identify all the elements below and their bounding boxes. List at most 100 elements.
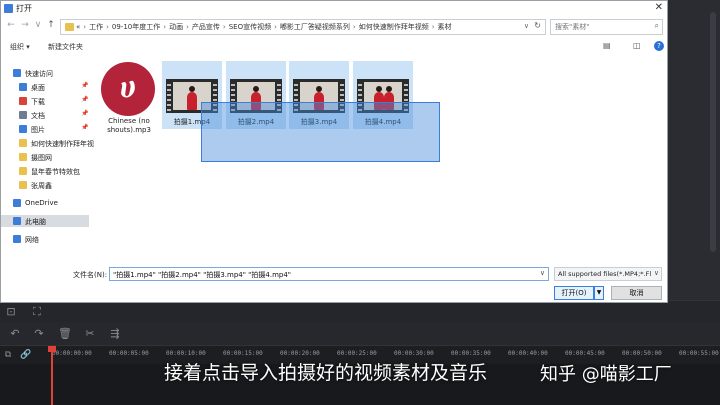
breadcrumb-item[interactable]: 09-10年度工作 xyxy=(112,23,160,31)
sidebar-item-label: 网络 xyxy=(25,236,39,244)
chevron-down-icon[interactable]: ∨ xyxy=(654,269,659,277)
playhead[interactable] xyxy=(51,346,53,405)
sidebar-item-label: 此电脑 xyxy=(25,218,46,226)
person-figure xyxy=(187,92,197,110)
ruler-tick-label: 00:00:55:00 xyxy=(679,350,719,357)
ruler-tick-label: 00:00:25:00 xyxy=(337,350,377,357)
back-icon[interactable]: ← xyxy=(5,20,17,30)
search-box: ⌕ xyxy=(550,19,663,35)
filetype-value: All supported files(*.MP4;*.Fl xyxy=(558,270,652,278)
sidebar-item[interactable]: 图片 📌 xyxy=(1,123,89,135)
sidebar-item[interactable]: 如何快速制作拜年视 xyxy=(1,137,94,149)
sidebar-item[interactable]: 网络 xyxy=(1,233,89,245)
breadcrumb-item[interactable]: « xyxy=(76,23,80,31)
forward-icon[interactable]: → xyxy=(19,20,31,30)
crop-icon[interactable]: ⊡ xyxy=(4,305,18,319)
help-icon[interactable]: ? xyxy=(654,41,664,51)
ruler-tick-label: 00:00:20:00 xyxy=(280,350,320,357)
breadcrumb-item[interactable]: 如何快速制作拜年视频 xyxy=(359,23,429,31)
sidebar-item[interactable]: 鼠年春节特效包 xyxy=(1,165,89,177)
app-icon xyxy=(4,4,13,13)
video-subtitle: 接着点击导入拍摄好的视频素材及音乐 xyxy=(164,362,488,384)
navigation-pane: 快速访问 桌面 📌 下载 📌 文档 📌 图片 📌 如何快速制作拜年视 摄图网 鼠年春节特效包 张周鑫 On… xyxy=(1,59,94,255)
sidebar-item-label: 快速访问 xyxy=(25,70,53,78)
audio-file-icon[interactable]: ሀ xyxy=(101,62,155,116)
close-icon[interactable]: ✕ xyxy=(655,2,663,13)
breadcrumb-separator[interactable]: › xyxy=(106,23,109,31)
scrollbar[interactable] xyxy=(710,12,716,252)
filename-input[interactable]: "拍摄1.mp4" "拍摄2.mp4" "拍摄3.mp4" "拍摄4.mp4" … xyxy=(109,267,549,281)
refresh-icon[interactable]: ↻ xyxy=(534,21,541,30)
sidebar-item[interactable]: 此电脑 xyxy=(1,215,89,227)
folder-icon xyxy=(19,153,27,161)
sidebar-item[interactable]: 张周鑫 xyxy=(1,179,89,191)
breadcrumb-item[interactable]: 动画 xyxy=(169,23,183,31)
folder-icon xyxy=(65,23,74,31)
breadcrumb-item[interactable]: 工作 xyxy=(89,23,103,31)
sidebar-item[interactable]: 摄图网 xyxy=(1,151,89,163)
editor-side-panel xyxy=(668,0,720,300)
new-folder-button[interactable]: 新建文件夹 xyxy=(48,42,83,52)
cancel-button[interactable]: 取消 xyxy=(611,286,662,300)
link-icon[interactable]: 🔗 xyxy=(20,349,32,361)
fullscreen-icon[interactable]: ⛶ xyxy=(30,305,44,319)
view-options-icon[interactable]: ▤ xyxy=(603,41,611,50)
breadcrumb-separator[interactable]: › xyxy=(163,23,166,31)
open-options-button[interactable]: ▼ xyxy=(594,286,604,300)
pin-icon[interactable]: 📌 xyxy=(81,82,88,89)
sidebar-item[interactable]: 快速访问 xyxy=(1,67,89,79)
person-head xyxy=(386,86,392,92)
pin-icon[interactable]: 📌 xyxy=(81,124,88,131)
preview-pane-icon[interactable]: ◫ xyxy=(633,41,641,50)
breadcrumb-separator[interactable]: › xyxy=(186,23,189,31)
delete-icon[interactable]: 🗑 xyxy=(58,327,72,341)
search-input[interactable] xyxy=(555,21,645,33)
dialog-title: 打开 xyxy=(16,4,32,13)
person-head xyxy=(253,86,259,92)
adjust-icon[interactable]: ⇶ xyxy=(108,327,122,341)
breadcrumb-item[interactable]: 产品宣传 xyxy=(192,23,220,31)
breadcrumb-item[interactable]: 素材 xyxy=(438,23,452,31)
sidebar-item[interactable]: OneDrive xyxy=(1,197,89,209)
screen: ⊡ ⛶ ↶ ↷ 🗑 ✂ ⇶ ⧉ 🔗 00:00:00:00 00:00:05:00… xyxy=(0,0,720,405)
sidebar-item[interactable]: 下载 📌 xyxy=(1,95,89,107)
breadcrumb-item[interactable]: 嘟影工厂答疑视频系列 xyxy=(280,23,350,31)
breadcrumb-separator[interactable]: › xyxy=(274,23,277,31)
undo-icon[interactable]: ↶ xyxy=(8,327,22,341)
address-bar[interactable]: «› 工作 › 09-10年度工作 › 动画 › 产品宣传 › SEO宣传视频 › 嘟影工厂答疑视频系… xyxy=(60,19,546,35)
download-icon xyxy=(19,97,27,105)
file-list[interactable]: ሀ Chinese (no shouts).mp3 拍摄1.mp4 拍摄2.mp4… xyxy=(90,59,667,259)
search-icon[interactable]: ⌕ xyxy=(655,21,659,31)
sidebar-item[interactable]: 桌面 📌 xyxy=(1,81,89,93)
pin-icon[interactable]: 📌 xyxy=(81,96,88,103)
sidebar-item-label: 下载 xyxy=(31,98,45,106)
chevron-down-icon[interactable]: ∨ xyxy=(540,269,545,277)
button-row: 打开(O) ▼ 取消 xyxy=(1,285,667,301)
breadcrumb-item[interactable]: SEO宣传视频 xyxy=(229,23,271,31)
chevron-down-icon[interactable]: ∨ xyxy=(524,22,529,30)
sidebar-item[interactable]: 文档 📌 xyxy=(1,109,89,121)
person-head xyxy=(316,86,322,92)
folder-icon xyxy=(19,139,27,147)
breadcrumb-separator[interactable]: › xyxy=(353,23,356,31)
breadcrumb: «› 工作 › 09-10年度工作 › 动画 › 产品宣传 › SEO宣传视频 › 嘟影工厂答疑视频系… xyxy=(76,22,452,32)
breadcrumb-separator[interactable]: › xyxy=(432,23,435,31)
filetype-select[interactable]: All supported files(*.MP4;*.Fl ∨ xyxy=(554,267,662,281)
ruler-tick-label: 00:00:00:00 xyxy=(52,350,92,357)
track-manager-icon[interactable]: ⧉ xyxy=(2,349,14,361)
breadcrumb-separator[interactable]: › xyxy=(223,23,226,31)
person-head xyxy=(376,86,382,92)
pin-icon[interactable]: 📌 xyxy=(81,110,88,117)
breadcrumb-separator[interactable]: › xyxy=(83,23,86,31)
filename-value: "拍摄1.mp4" "拍摄2.mp4" "拍摄3.mp4" "拍摄4.mp4" xyxy=(113,271,292,279)
redo-icon[interactable]: ↷ xyxy=(32,327,46,341)
up-icon[interactable]: ↑ xyxy=(45,20,57,30)
cut-icon[interactable]: ✂ xyxy=(83,327,97,341)
ruler-tick-label: 00:00:45:00 xyxy=(565,350,605,357)
open-button[interactable]: 打开(O) xyxy=(554,286,594,300)
file-name[interactable]: Chinese (no shouts).mp3 xyxy=(98,117,160,135)
editor-preview-bar: ⊡ ⛶ xyxy=(0,300,720,322)
sidebar-item-label: OneDrive xyxy=(25,199,58,207)
recent-dropdown-icon[interactable]: ∨ xyxy=(32,20,44,30)
organize-menu[interactable]: 组织 ▾ xyxy=(10,42,30,52)
